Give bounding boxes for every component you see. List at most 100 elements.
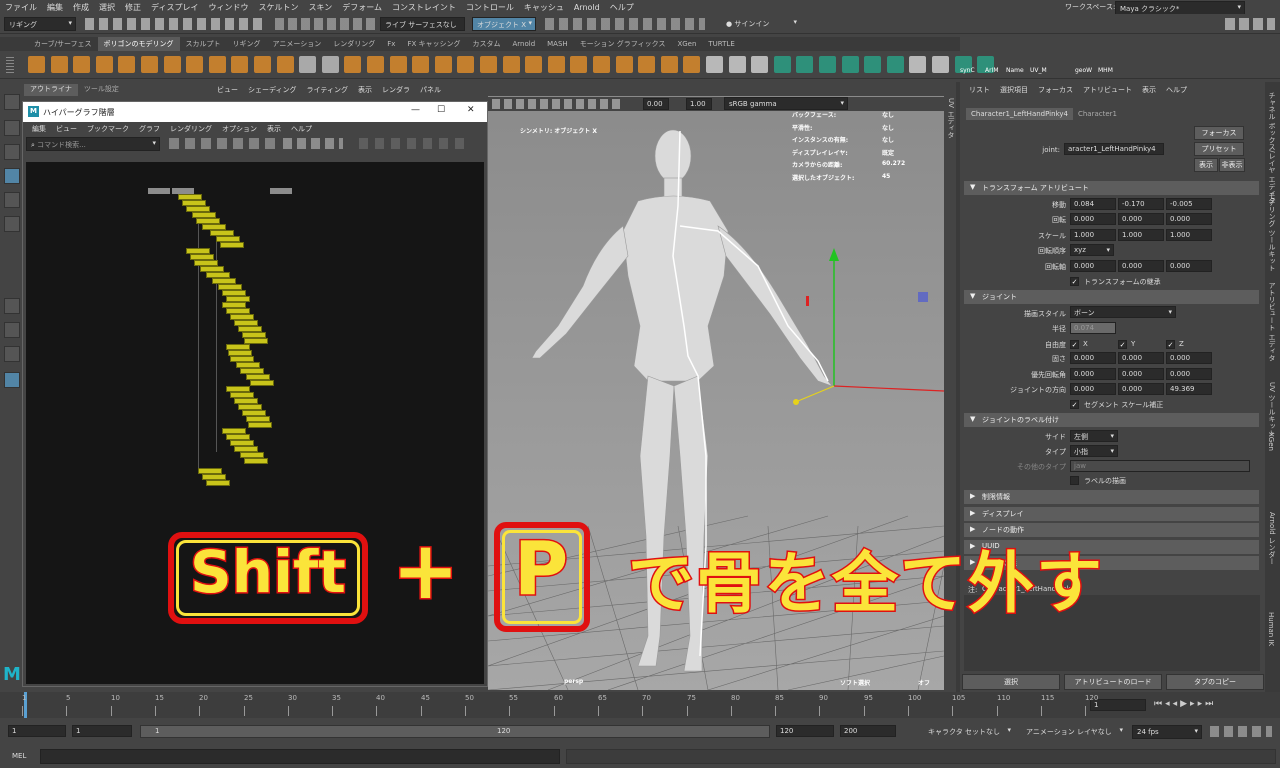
tab-character[interactable]: Character1 [1073, 108, 1122, 120]
joint-node[interactable] [220, 242, 244, 248]
joint-node[interactable] [248, 422, 272, 428]
othertype-field[interactable]: jaw [1070, 460, 1250, 472]
hypergraph-menu-item[interactable]: ブックマーク [82, 124, 134, 134]
attr-menu-item[interactable]: 表示 [1137, 85, 1161, 95]
joint-node[interactable] [244, 458, 268, 464]
shelf-tool-icon[interactable] [254, 56, 271, 73]
shelf-tab[interactable]: FX キャッシング [401, 37, 466, 51]
shelf-tool-icon[interactable] [683, 56, 700, 73]
menu-item[interactable]: スケルトン [253, 2, 303, 13]
shelf-tool-icon[interactable] [503, 56, 520, 73]
hierarchy-node-root[interactable] [270, 188, 292, 194]
shelf-tab[interactable]: XGen [671, 37, 702, 51]
shelf-tool-icon[interactable] [277, 56, 294, 73]
translate-field[interactable]: -0.170 [1118, 198, 1164, 210]
shelf-tool-icon[interactable] [774, 56, 791, 73]
tab-node[interactable]: Character1_LeftHandPinky4 [966, 108, 1073, 120]
section-transform[interactable]: ▼ トランスフォーム アトリビュート [964, 181, 1259, 195]
side-tab[interactable]: Human IK [1267, 612, 1275, 646]
exposure-field[interactable]: 0.00 [643, 98, 669, 110]
lasso-tool-icon[interactable] [4, 120, 20, 136]
current-frame-field[interactable]: 1 [1090, 699, 1146, 711]
shelf-tab[interactable]: ポリゴンのモデリング [97, 37, 180, 51]
section-collapsed[interactable]: ▶ 制限情報 [964, 490, 1259, 504]
end-time-field[interactable]: 200 [840, 725, 896, 737]
close-icon[interactable]: ✕ [467, 105, 475, 115]
shelf-tool-icon[interactable] [457, 56, 474, 73]
hypergraph-menu-item[interactable]: 表示 [262, 124, 286, 134]
shelf-tool-icon[interactable] [322, 56, 339, 73]
shelf-label[interactable]: UV_M [1030, 67, 1047, 74]
shelf-tool-icon[interactable] [593, 56, 610, 73]
rotate-field[interactable]: 0.000 [1118, 213, 1164, 225]
shelf-tool-icon[interactable] [548, 56, 565, 73]
shelf-tool-icon[interactable] [367, 56, 384, 73]
shelf-tool-icon[interactable] [751, 56, 768, 73]
prefangle-field[interactable]: 0.000 [1166, 368, 1212, 380]
shelf-tool-icon[interactable] [73, 56, 90, 73]
side-tab[interactable]: モデリング ツールキット [1267, 192, 1277, 271]
menu-item[interactable]: キャッシュ [519, 2, 569, 13]
minimize-icon[interactable]: — [411, 105, 420, 115]
side-select[interactable]: 左側 ▾ [1070, 430, 1118, 442]
shelf-label[interactable]: Name [1006, 67, 1024, 74]
preset-button[interactable]: プリセット [1194, 142, 1244, 156]
scale-field[interactable]: 1.000 [1166, 229, 1212, 241]
section-joint[interactable]: ▼ ジョイント [964, 290, 1259, 304]
menu-item[interactable]: ディスプレイ [146, 2, 203, 13]
menu-item[interactable]: ファイル [0, 2, 42, 13]
joint-node[interactable] [206, 480, 230, 486]
hypergraph-menu-item[interactable]: オプション [217, 124, 262, 134]
menu-item[interactable]: 修正 [120, 2, 146, 13]
hypergraph-menu-item[interactable]: 編集 [27, 124, 51, 134]
jointorient-field[interactable]: 0.000 [1070, 383, 1116, 395]
layout-single-icon[interactable] [4, 298, 20, 314]
rotorder-select[interactable]: xyz ▾ [1070, 244, 1114, 256]
signin-button[interactable]: ● サインイン ▾ [722, 17, 800, 31]
joint-node[interactable] [250, 380, 274, 386]
joint-name-field[interactable]: aracter1_LeftHandPinky4 [1064, 143, 1164, 155]
jointorient-field[interactable]: 0.000 [1118, 383, 1164, 395]
side-tab[interactable]: UV ツールキット [1267, 382, 1277, 436]
attr-menu-item[interactable]: ヘルプ [1161, 85, 1192, 95]
attr-menu-item[interactable]: 選択項目 [995, 85, 1033, 95]
tab-tool-settings[interactable]: ツール設定 [78, 84, 125, 96]
prefangle-field[interactable]: 0.000 [1118, 368, 1164, 380]
rotate-tool-icon[interactable] [4, 192, 20, 208]
menu-item[interactable]: ウィンドウ [203, 2, 253, 13]
shelf-tab[interactable]: Arnold [506, 37, 541, 51]
stiff-field[interactable]: 0.000 [1118, 352, 1164, 364]
rotaxis-field[interactable]: 0.000 [1118, 260, 1164, 272]
shelf-tab[interactable]: TURTLE [702, 37, 740, 51]
menu-item[interactable]: コンストレイント [387, 2, 461, 13]
select-tool-icon[interactable] [4, 94, 20, 110]
viewport-menu-item[interactable]: レンダラ [377, 85, 415, 95]
type-select[interactable]: 小指 ▾ [1070, 445, 1118, 457]
attr-bottom-button[interactable]: タブのコピー [1166, 674, 1264, 690]
segscale-checkbox[interactable]: ✓ [1070, 400, 1079, 409]
move-tool-icon[interactable] [4, 168, 20, 184]
shelf-tab[interactable]: MASH [541, 37, 574, 51]
hypergraph-menu-item[interactable]: ヘルプ [286, 124, 317, 134]
side-tab[interactable]: XGen [1267, 432, 1275, 451]
layout-two-icon[interactable] [4, 346, 20, 362]
shelf-label[interactable]: geoW [1075, 67, 1092, 74]
shelf-tab[interactable]: スカルプト [180, 37, 227, 51]
side-tab[interactable]: アトリビュート エディタ [1267, 282, 1277, 361]
stiff-field[interactable]: 0.000 [1070, 352, 1116, 364]
prefangle-field[interactable]: 0.000 [1070, 368, 1116, 380]
shelf-tool-icon[interactable] [344, 56, 361, 73]
inherit-checkbox[interactable]: ✓ [1070, 277, 1079, 286]
menu-item[interactable]: 作成 [68, 2, 94, 13]
show-button[interactable]: 表示 [1194, 158, 1218, 172]
symmetry-select[interactable]: オブジェクト X ▾ [472, 17, 536, 31]
hypergraph-menu-item[interactable]: レンダリング [165, 124, 217, 134]
shelf-tab[interactable]: リギング [227, 37, 267, 51]
shelf-tool-icon[interactable] [819, 56, 836, 73]
attr-bottom-button[interactable]: 選択 [962, 674, 1060, 690]
stiff-field[interactable]: 0.000 [1166, 352, 1212, 364]
dof-checkbox[interactable]: ✓ [1118, 340, 1127, 349]
shelf-tool-icon[interactable] [909, 56, 926, 73]
viewport-menu-item[interactable]: ビュー [212, 85, 243, 95]
time-slider[interactable]: 1 ⏮◂◂▶▸▸⏭ 1 5 10 15 20 25 30 35 40 45 50 55 60 65 70 75… [0, 692, 1280, 718]
